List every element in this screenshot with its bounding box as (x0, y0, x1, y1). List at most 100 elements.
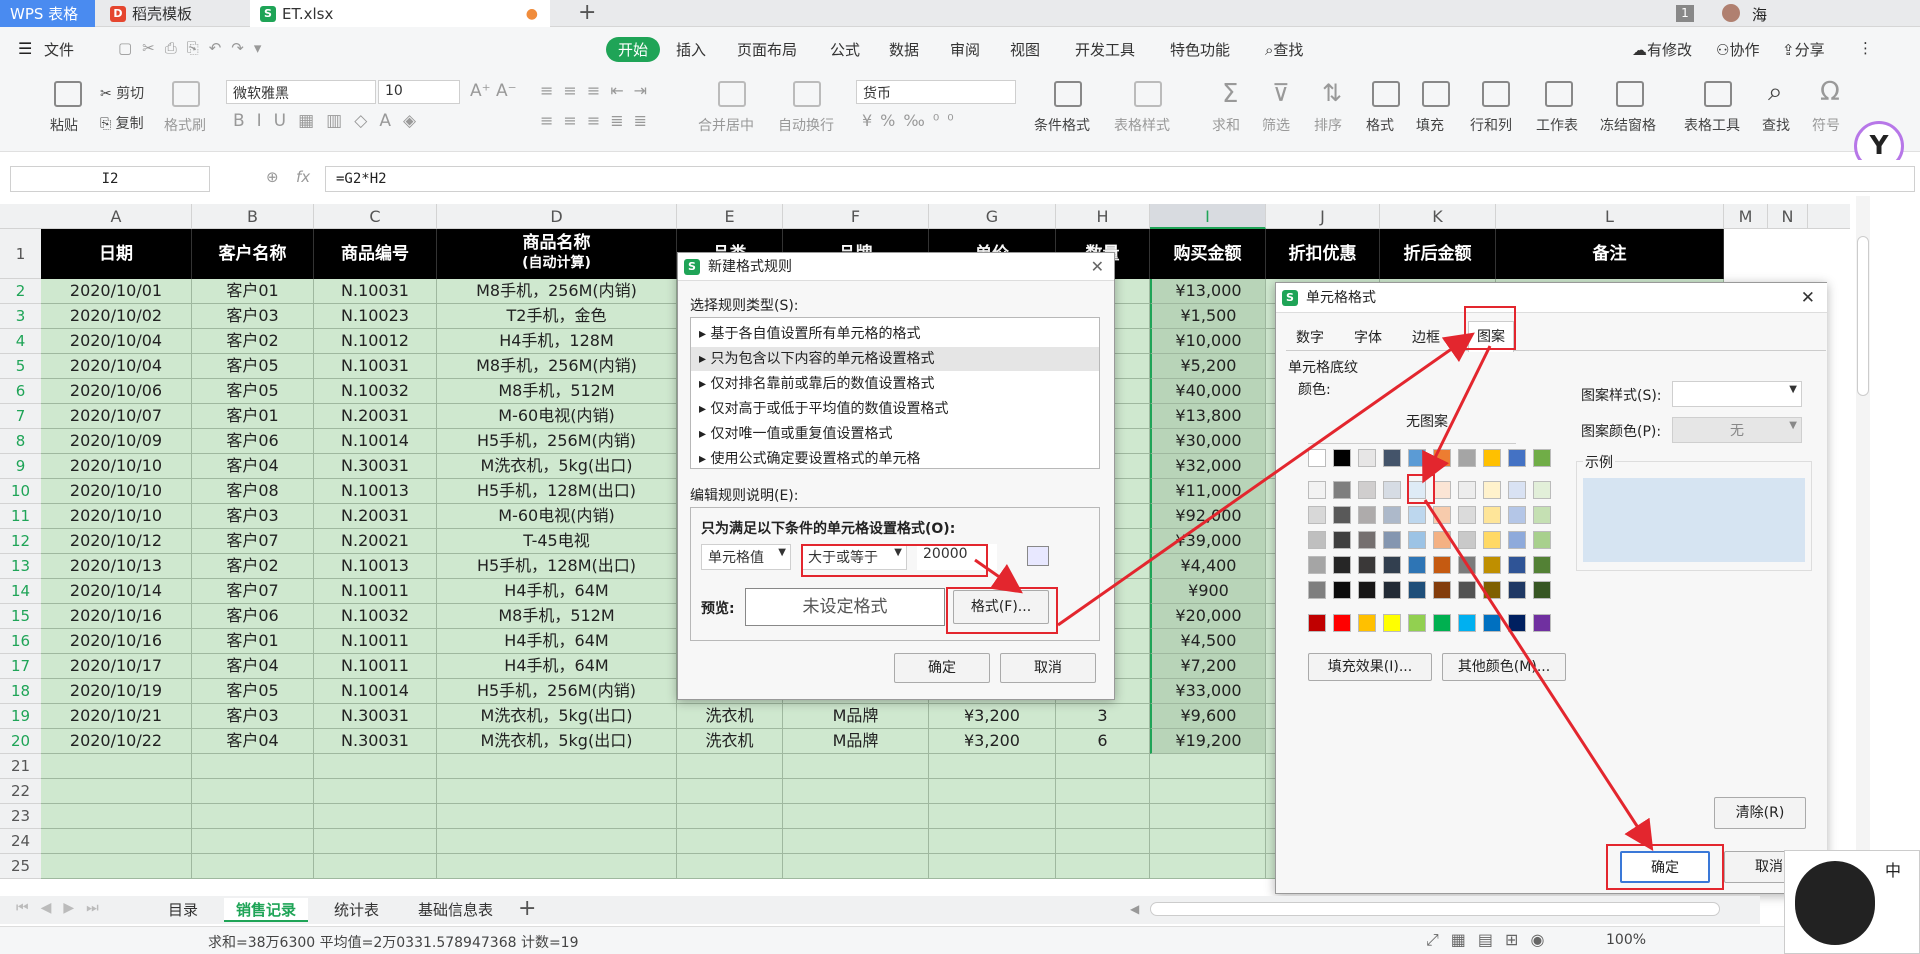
font-grow-icon[interactable]: A⁺ A⁻ (470, 81, 517, 101)
column-header-cell[interactable]: A (41, 204, 192, 229)
empty-cell[interactable] (1056, 804, 1150, 829)
color-swatch[interactable] (1533, 449, 1551, 467)
collab-button[interactable]: ⚇协作 (1716, 39, 1759, 60)
table-cell[interactable]: N.10032 (314, 379, 437, 404)
color-swatch[interactable] (1308, 481, 1326, 499)
table-cell[interactable]: ¥40,000 (1150, 379, 1266, 404)
menu-developer[interactable]: 开发工具 (1075, 39, 1135, 60)
table-cell[interactable]: ¥900 (1150, 579, 1266, 604)
color-swatch[interactable] (1508, 556, 1526, 574)
hamburger-icon[interactable]: ☰ (18, 39, 32, 58)
table-cell[interactable]: ¥5,200 (1150, 354, 1266, 379)
share-button[interactable]: ⇪分享 (1782, 39, 1825, 60)
paste-icon[interactable] (54, 81, 82, 107)
empty-cell[interactable] (783, 804, 929, 829)
header-cell[interactable]: 备注 (1496, 229, 1724, 279)
table-cell[interactable]: 客户03 (192, 304, 314, 329)
color-swatch[interactable] (1433, 556, 1451, 574)
color-swatch[interactable] (1333, 449, 1351, 467)
color-swatch[interactable] (1458, 449, 1476, 467)
font-size-select[interactable]: 10 (378, 80, 460, 104)
cell-value-select[interactable]: 单元格值 ▼ (701, 544, 791, 570)
empty-cell[interactable] (677, 854, 783, 879)
filter-icon[interactable]: ⊽ (1272, 79, 1290, 107)
table-cell[interactable]: 洗衣机 (677, 704, 783, 729)
color-swatch[interactable] (1508, 481, 1526, 499)
color-swatch[interactable] (1483, 481, 1501, 499)
sort-label[interactable]: 排序 (1314, 115, 1342, 135)
color-swatch[interactable] (1383, 531, 1401, 549)
table-cell[interactable]: ¥1,500 (1150, 304, 1266, 329)
color-swatch[interactable] (1358, 556, 1376, 574)
rule-type-item[interactable]: ▸ 仅对唯一值或重复值设置格式 (691, 422, 1099, 446)
table-cell[interactable]: 客户01 (192, 629, 314, 654)
freeze-label[interactable]: 冻结窗格 (1600, 115, 1656, 135)
table-cell[interactable]: 客户01 (192, 279, 314, 304)
color-swatch[interactable] (1333, 481, 1351, 499)
table-cell[interactable]: M品牌 (783, 729, 929, 754)
column-header-cell[interactable]: G (929, 204, 1056, 229)
color-swatch[interactable] (1308, 531, 1326, 549)
empty-cell[interactable] (437, 754, 677, 779)
page-count-badge[interactable]: 1 (1676, 5, 1694, 22)
table-cell[interactable]: N.10013 (314, 479, 437, 504)
color-swatch[interactable] (1383, 449, 1401, 467)
color-swatch[interactable] (1408, 449, 1426, 467)
table-cell[interactable]: 6 (1056, 729, 1150, 754)
table-cell[interactable]: ¥9,600 (1150, 704, 1266, 729)
empty-cell[interactable] (192, 854, 314, 879)
color-swatch[interactable] (1308, 449, 1326, 467)
table-cell[interactable]: ¥7,200 (1150, 654, 1266, 679)
freeze-icon[interactable] (1616, 81, 1644, 107)
empty-cell[interactable] (1056, 854, 1150, 879)
empty-cell[interactable] (929, 829, 1056, 854)
table-cell[interactable]: N.20031 (314, 504, 437, 529)
fx-icon[interactable]: fx (296, 168, 310, 186)
table-cell[interactable]: H5手机，256M(内销) (437, 429, 677, 454)
row-col-icon[interactable] (1482, 81, 1510, 107)
more-icon[interactable]: ⋮ (1858, 39, 1873, 57)
row-header[interactable]: 5 (0, 354, 41, 379)
format-label[interactable]: 格式 (1366, 115, 1394, 135)
table-cell[interactable]: 客户05 (192, 679, 314, 704)
empty-cell[interactable] (1056, 829, 1150, 854)
table-cell[interactable]: N.30031 (314, 729, 437, 754)
color-swatch[interactable] (1408, 614, 1426, 632)
row-header[interactable]: 13 (0, 554, 41, 579)
wrap-label[interactable]: 自动换行 (778, 115, 834, 135)
tab-border[interactable]: 边框 (1412, 327, 1440, 347)
header-cell[interactable]: 客户名称 (192, 229, 314, 279)
table-cell[interactable]: N.10014 (314, 679, 437, 704)
worksheet-label[interactable]: 工作表 (1536, 115, 1578, 135)
column-header-cell[interactable]: N (1768, 204, 1808, 229)
empty-cell[interactable] (1150, 754, 1266, 779)
sheet-tab-directory[interactable]: 目录 (156, 898, 210, 922)
table-cell[interactable]: 2020/10/17 (41, 654, 192, 679)
format-painter-label[interactable]: 格式刷 (164, 115, 206, 135)
tab-daoke[interactable]: D 稻壳模板 (100, 0, 250, 27)
table-cell[interactable]: ¥39,000 (1150, 529, 1266, 554)
table-cell[interactable]: M-60电视(内销) (437, 404, 677, 429)
row-header[interactable]: 2 (0, 279, 41, 304)
color-swatch[interactable] (1433, 581, 1451, 599)
table-cell[interactable]: 客户05 (192, 379, 314, 404)
column-header-cell[interactable]: L (1496, 204, 1724, 229)
empty-cell[interactable] (314, 829, 437, 854)
empty-cell[interactable] (677, 779, 783, 804)
table-cell[interactable]: H5手机，128M(出口) (437, 554, 677, 579)
row-header[interactable]: 16 (0, 629, 41, 654)
empty-cell[interactable] (192, 754, 314, 779)
empty-cell[interactable] (1150, 854, 1266, 879)
table-cell[interactable]: 2020/10/02 (41, 304, 192, 329)
table-cell[interactable]: ¥11,000 (1150, 479, 1266, 504)
font-style-icons[interactable]: BIU▦▥◇A◈ (233, 111, 428, 131)
color-swatch[interactable] (1433, 481, 1451, 499)
empty-cell[interactable] (929, 854, 1056, 879)
color-swatch[interactable] (1358, 449, 1376, 467)
view-mode-icons[interactable]: ⤢▦▤⊞◉ (1426, 930, 1556, 950)
add-sheet-icon[interactable]: + (518, 896, 536, 921)
zoom-formula-icon[interactable]: ⊕ (266, 168, 279, 186)
table-cell[interactable]: 2020/10/13 (41, 554, 192, 579)
header-cell[interactable]: 商品编号 (314, 229, 437, 279)
table-cell[interactable]: N.10031 (314, 354, 437, 379)
